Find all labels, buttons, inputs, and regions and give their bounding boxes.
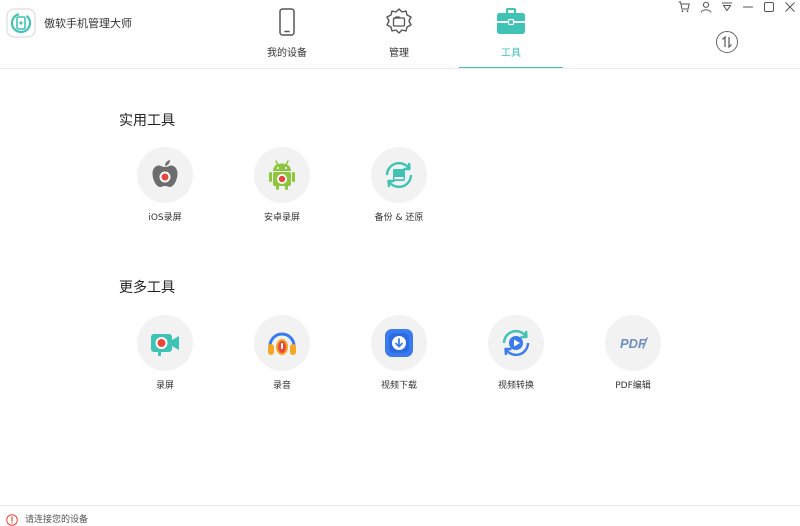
pdf-icon: PDF <box>605 315 661 371</box>
phone-icon <box>271 6 303 38</box>
tool-video-convert-label: 视频转换 <box>497 381 534 391</box>
app-title: 傲软手机管理大师 <box>44 17 132 30</box>
status-divider <box>0 505 800 506</box>
apple-record-icon <box>137 147 193 203</box>
app-logo-icon <box>6 8 36 38</box>
transfer-arrows-icon <box>722 35 732 49</box>
transfer-button[interactable] <box>716 31 738 53</box>
tool-video-download-label: 视频下载 <box>380 381 417 391</box>
tool-pdf-edit-label: PDF编辑 <box>615 381 651 391</box>
dropdown-icon[interactable] <box>721 1 733 13</box>
tab-tools-label: 工具 <box>501 48 521 59</box>
backup-restore-icon <box>371 147 427 203</box>
tab-my-device-label: 我的设备 <box>267 48 307 59</box>
tool-screen-record[interactable]: 录屏 <box>115 315 215 395</box>
status-text: 请连接您的设备 <box>25 515 89 525</box>
tool-android-record[interactable]: 安卓录屏 <box>232 147 332 227</box>
tab-manage[interactable]: 管理 <box>349 0 449 68</box>
maximize-icon[interactable] <box>763 1 775 13</box>
cart-icon[interactable] <box>678 1 690 13</box>
video-camera-icon <box>137 315 193 371</box>
tool-pdf-edit[interactable]: PDF PDF编辑 <box>583 315 683 395</box>
tab-manage-label: 管理 <box>389 48 409 59</box>
tool-ios-record[interactable]: iOS录屏 <box>115 147 215 227</box>
tool-ios-record-label: iOS录屏 <box>148 213 182 223</box>
close-icon[interactable] <box>784 1 796 13</box>
android-record-icon <box>254 147 310 203</box>
tab-tools[interactable]: 工具 <box>459 0 563 69</box>
headphones-icon <box>254 315 310 371</box>
header-divider <box>0 68 800 69</box>
minimize-icon[interactable] <box>742 1 754 13</box>
video-convert-icon <box>488 315 544 371</box>
video-download-icon <box>371 315 427 371</box>
user-icon[interactable] <box>700 1 712 13</box>
tool-video-download[interactable]: 视频下载 <box>349 315 449 395</box>
tool-android-record-label: 安卓录屏 <box>263 213 300 223</box>
tool-screen-record-label: 录屏 <box>155 381 174 391</box>
section-title-practical: 实用工具 <box>119 113 175 129</box>
section-title-more: 更多工具 <box>119 280 175 296</box>
tool-backup-restore[interactable]: 备份 & 还原 <box>349 147 449 227</box>
folder-gear-icon <box>383 6 415 38</box>
tool-audio-record-label: 录音 <box>272 381 291 391</box>
tab-my-device[interactable]: 我的设备 <box>237 0 337 68</box>
tool-audio-record[interactable]: 录音 <box>232 315 332 395</box>
toolbox-icon <box>495 6 527 38</box>
tool-backup-restore-label: 备份 & 还原 <box>374 213 424 223</box>
tool-video-convert[interactable]: 视频转换 <box>466 315 566 395</box>
warning-icon <box>6 511 18 526</box>
